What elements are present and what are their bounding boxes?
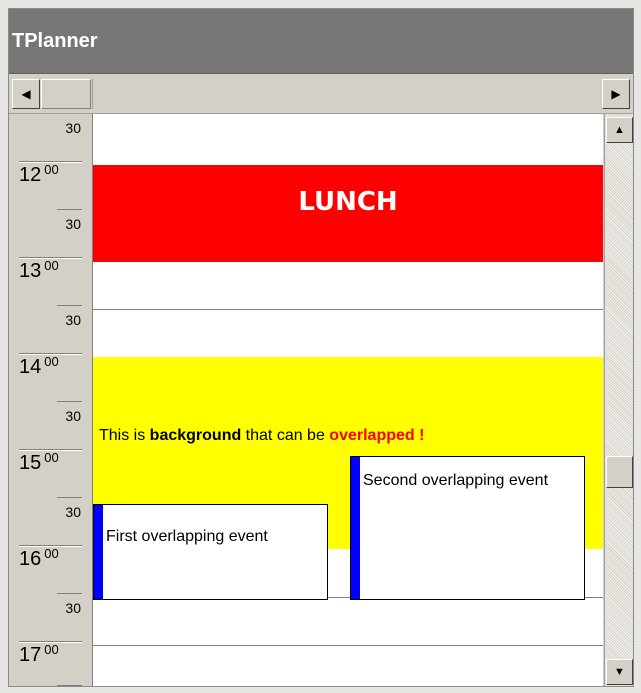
horizontal-scrollbar[interactable]: ◀ ▶	[9, 75, 633, 114]
grid-line	[93, 309, 603, 310]
background-event-text: This is background that can be overlappe…	[99, 427, 425, 444]
event-title: Second overlapping event	[363, 472, 549, 489]
half-hour-line	[57, 401, 82, 402]
hour-label-16: 16 00	[19, 546, 59, 570]
half-hour-line	[57, 593, 82, 594]
half-hour-label: 30	[65, 312, 81, 328]
scroll-up-button[interactable]: ▲	[606, 117, 633, 143]
vertical-scrollbar[interactable]: ▲ ▼	[604, 114, 633, 686]
hour-label-14: 14 00	[19, 354, 59, 378]
event-title: First overlapping event	[106, 528, 268, 545]
grid-line	[93, 645, 603, 646]
planner-grid[interactable]: LUNCH This is background that can be ove…	[93, 114, 603, 686]
scroll-left-button[interactable]: ◀	[12, 79, 40, 109]
event-color-bar	[94, 505, 103, 599]
scroll-down-button[interactable]: ▼	[606, 659, 633, 685]
half-hour-label: 30	[65, 120, 81, 136]
time-gutter: 30 12 00 30 13 00 30 14 00 30 15 00 30 16 00 …	[9, 114, 93, 686]
half-hour-line	[57, 685, 82, 686]
triangle-up-icon: ▲	[614, 124, 625, 136]
hour-label-17: 17 00	[19, 642, 59, 666]
half-hour-line	[57, 497, 82, 498]
hour-label-15: 15 00	[19, 450, 59, 474]
lunch-title: LUNCH	[298, 187, 398, 217]
vertical-scroll-thumb[interactable]	[606, 456, 633, 488]
planner-window: TPlanner ◀ ▶ 30 12 00 30 13 00 30 14 00 30 …	[8, 8, 634, 687]
triangle-down-icon: ▼	[614, 666, 625, 678]
scroll-right-button[interactable]: ▶	[602, 79, 630, 109]
triangle-left-icon: ◀	[21, 87, 31, 101]
hour-label-13: 13 00	[19, 258, 59, 282]
half-hour-line	[57, 209, 82, 210]
half-hour-line	[57, 305, 82, 306]
divider	[92, 79, 93, 109]
second-overlapping-event[interactable]: Second overlapping event	[350, 456, 585, 600]
half-hour-label: 30	[65, 216, 81, 232]
lunch-event[interactable]: LUNCH	[93, 165, 603, 262]
half-hour-label: 30	[65, 504, 81, 520]
half-hour-label: 30	[65, 408, 81, 424]
hour-label-12: 12 00	[19, 162, 59, 186]
planner-caption: TPlanner	[9, 9, 633, 74]
first-overlapping-event[interactable]: First overlapping event	[93, 504, 328, 600]
event-color-bar	[351, 457, 360, 599]
half-hour-label: 30	[65, 600, 81, 616]
horizontal-scroll-thumb[interactable]	[41, 79, 91, 109]
triangle-right-icon: ▶	[611, 87, 621, 101]
